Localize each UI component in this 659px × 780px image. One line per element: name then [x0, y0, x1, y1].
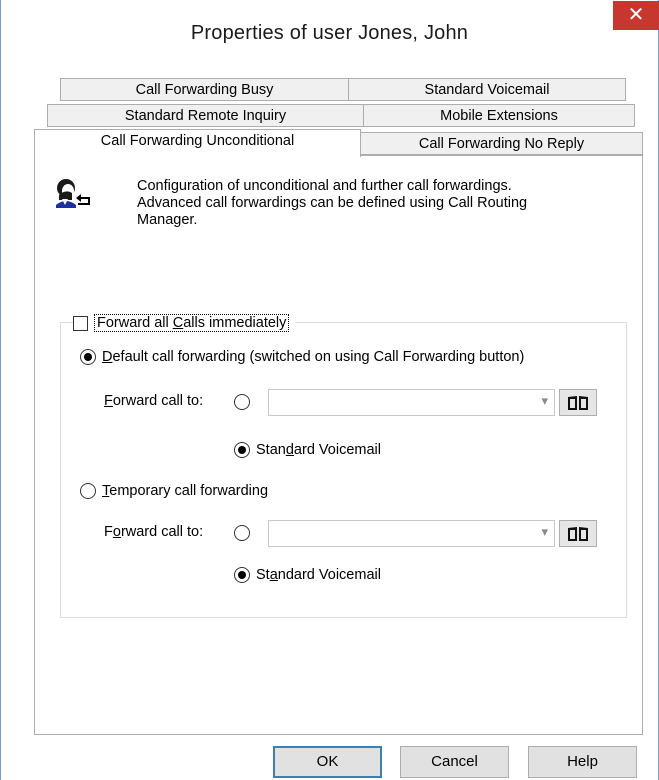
close-icon: ✕	[627, 4, 645, 26]
forward-all-calls-checkbox[interactable]	[73, 315, 88, 331]
tab-standard-voicemail[interactable]: Standard Voicemail	[348, 78, 626, 101]
default-forward-to-combo[interactable]: ▾	[268, 389, 555, 416]
phonebook-icon	[568, 395, 588, 410]
chevron-down-icon[interactable]: ▾	[541, 524, 548, 540]
tab-call-forwarding-busy[interactable]: Call Forwarding Busy	[60, 78, 349, 101]
temporary-forward-to-label: Forward call to:	[104, 524, 204, 540]
ok-button[interactable]: OK	[273, 746, 382, 778]
temporary-forward-to-number-radio[interactable]	[234, 525, 250, 541]
default-standard-voicemail-radio-row[interactable]: Standard Voicemail	[234, 442, 381, 458]
tab-call-forwarding-unconditional[interactable]: Call Forwarding Unconditional	[34, 129, 361, 157]
temporary-call-forwarding-radio[interactable]	[80, 483, 96, 499]
temporary-standard-voicemail-radio[interactable]	[234, 567, 250, 583]
forward-all-calls-label[interactable]: Forward all Calls immediately	[94, 314, 290, 332]
description-line: Configuration of unconditional and furth…	[137, 178, 512, 194]
default-forward-to-row: Forward call to:	[104, 393, 203, 409]
temporary-call-forwarding-label: Temporary call forwarding	[102, 483, 269, 499]
chevron-down-icon[interactable]: ▾	[541, 393, 548, 409]
temporary-standard-voicemail-radio-row[interactable]: Standard Voicemail	[234, 567, 381, 583]
title-bar[interactable]: Properties of user Jones, John ✕	[1, 0, 659, 72]
cancel-button[interactable]: Cancel	[400, 746, 509, 778]
description-line: Manager.	[137, 212, 198, 228]
close-button[interactable]: ✕	[613, 1, 659, 30]
default-call-forwarding-label: Default call forwarding (switched on usi…	[102, 349, 525, 365]
temporary-phonebook-button[interactable]	[559, 520, 597, 547]
default-standard-voicemail-radio[interactable]	[234, 442, 250, 458]
temporary-call-forwarding-radio-row[interactable]: Temporary call forwarding	[80, 483, 268, 499]
temporary-forward-to-row: Forward call to:	[104, 524, 203, 540]
temporary-standard-voicemail-label: Standard Voicemail	[256, 567, 381, 583]
help-button[interactable]: Help	[528, 746, 637, 778]
default-forward-to-number-radio[interactable]	[234, 394, 250, 410]
phonebook-icon	[568, 526, 588, 541]
window-title: Properties of user Jones, John	[190, 22, 469, 44]
temporary-forward-to-combo[interactable]: ▾	[268, 520, 555, 547]
description-text: Configuration of unconditional and furth…	[137, 178, 617, 229]
default-call-forwarding-radio[interactable]	[80, 349, 96, 365]
tab-call-forwarding-no-reply[interactable]: Call Forwarding No Reply	[360, 132, 643, 155]
user-forward-icon	[56, 179, 90, 208]
description-line: Advanced call forwardings can be defined…	[137, 195, 528, 211]
default-standard-voicemail-label: Standard Voicemail	[256, 442, 381, 458]
default-phonebook-button[interactable]	[559, 389, 597, 416]
forward-all-calls-checkbox-row[interactable]: Forward all Calls immediately	[73, 314, 296, 332]
dialog-window: Properties of user Jones, John ✕ Call Fo…	[0, 0, 659, 780]
default-call-forwarding-radio-row[interactable]: Default call forwarding (switched on usi…	[80, 349, 524, 365]
tab-standard-remote-inquiry[interactable]: Standard Remote Inquiry	[47, 104, 364, 127]
tab-mobile-extensions[interactable]: Mobile Extensions	[363, 104, 635, 127]
default-forward-to-label: Forward call to:	[104, 393, 204, 409]
